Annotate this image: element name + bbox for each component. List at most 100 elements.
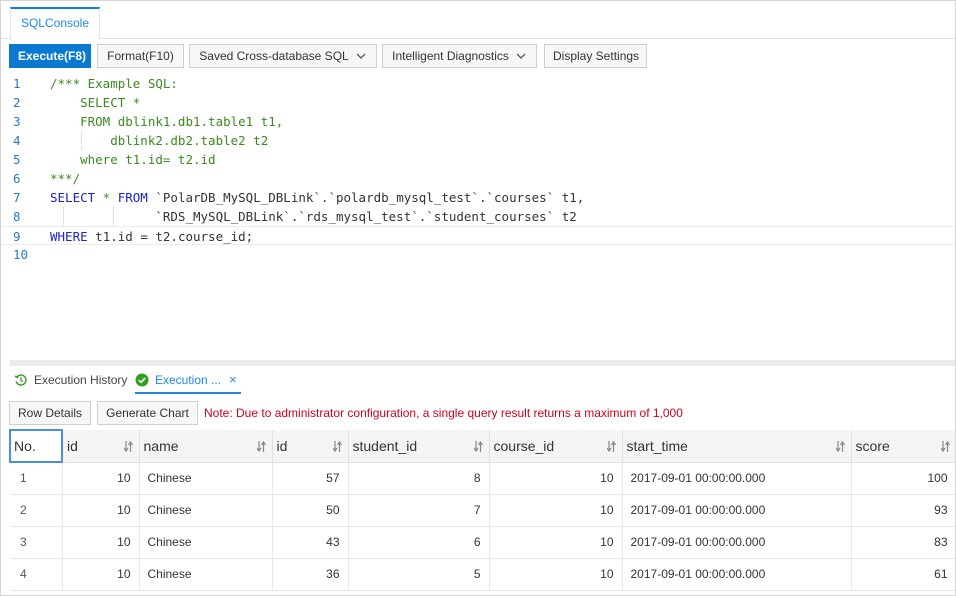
- column-header-course-id[interactable]: course_id: [489, 430, 623, 463]
- column-header-no-[interactable]: No.: [9, 429, 63, 463]
- table-cell[interactable]: 2: [10, 494, 63, 527]
- table-cell[interactable]: 3: [10, 526, 63, 559]
- chevron-down-icon: [516, 53, 526, 59]
- code-line[interactable]: 4 dblink2.db2.table2 t2: [1, 131, 955, 150]
- line-number: 10: [13, 247, 29, 262]
- table-cell[interactable]: Chinese: [139, 558, 273, 591]
- generate-chart-button[interactable]: Generate Chart: [97, 401, 198, 425]
- line-number: 5: [13, 152, 21, 167]
- code-line[interactable]: 10: [1, 245, 955, 264]
- sort-icon[interactable]: [123, 441, 133, 453]
- column-header-label: id: [276, 437, 288, 454]
- table-row[interactable]: 3 10 Chinese 43 6 10 2017-09-01 00:00:00.000 83: [10, 526, 955, 559]
- sort-icon[interactable]: [940, 441, 950, 453]
- column-header-name[interactable]: name: [139, 430, 273, 463]
- code-line[interactable]: 1 /*** Example SQL:: [1, 74, 955, 93]
- row-details-button[interactable]: Row Details: [9, 401, 91, 425]
- sql-comment: SELECT *: [50, 95, 141, 110]
- table-cell[interactable]: 6: [348, 526, 490, 559]
- sql-token: `RDS_MySQL_DBLink`.`rds_mysql_test`.`stu…: [50, 209, 577, 224]
- tab-bar: SQLConsole: [1, 1, 955, 40]
- line-number: 4: [13, 133, 21, 148]
- sql-keyword: WHERE: [50, 229, 88, 244]
- table-cell[interactable]: 61: [851, 558, 955, 591]
- table-cell[interactable]: 4: [10, 558, 63, 591]
- format-button[interactable]: Format(F10): [97, 44, 184, 68]
- intelligent-diagnostics-dropdown[interactable]: Intelligent Diagnostics: [382, 44, 537, 68]
- table-cell[interactable]: Chinese: [139, 526, 273, 559]
- tab-execution-history[interactable]: Execution History: [14, 368, 127, 394]
- display-settings-button[interactable]: Display Settings: [544, 44, 647, 68]
- column-header-id[interactable]: id: [62, 430, 140, 463]
- table-cell[interactable]: 57: [272, 462, 349, 495]
- table-cell[interactable]: 2017-09-01 00:00:00.000: [622, 462, 852, 495]
- sort-icon[interactable]: [332, 441, 342, 453]
- tab-execution-result[interactable]: Execution ... ×: [135, 368, 241, 394]
- table-cell[interactable]: 50: [272, 494, 349, 527]
- table-cell[interactable]: 8: [348, 462, 490, 495]
- table-header-row: No. id name id student_id course_id start_time…: [9, 429, 955, 463]
- table-cell[interactable]: 2017-09-01 00:00:00.000: [622, 494, 852, 527]
- sort-icon[interactable]: [473, 441, 483, 453]
- table-cell[interactable]: 43: [272, 526, 349, 559]
- table-cell[interactable]: 10: [489, 462, 623, 495]
- code-text: SELECT * FROM `PolarDB_MySQL_DBLink`.`po…: [50, 188, 584, 207]
- column-header-start-time[interactable]: start_time: [622, 430, 852, 463]
- code-line[interactable]: 6 ***/: [1, 169, 955, 188]
- line-number: 2: [13, 95, 21, 110]
- sql-editor[interactable]: 1/*** Example SQL: 2 SELECT * 3 FROM dblin…: [1, 74, 955, 360]
- table-cell[interactable]: 2017-09-01 00:00:00.000: [622, 558, 852, 591]
- column-header-id[interactable]: id: [272, 430, 349, 463]
- table-cell[interactable]: 100: [851, 462, 955, 495]
- sql-comment: where t1.id= t2.id: [50, 152, 216, 167]
- code-line[interactable]: 9 WHERE t1.id = t2.course_id;: [1, 226, 955, 245]
- code-line[interactable]: 2 SELECT *: [1, 93, 955, 112]
- column-header-score[interactable]: score: [851, 430, 955, 463]
- diagnostics-label: Intelligent Diagnostics: [392, 49, 509, 63]
- sort-icon[interactable]: [835, 441, 845, 453]
- code-line[interactable]: 3 FROM dblink1.db1.table1 t1,: [1, 112, 955, 131]
- code-text: ***/: [50, 169, 80, 188]
- close-icon[interactable]: ×: [229, 368, 237, 392]
- code-line[interactable]: 7 SELECT * FROM `PolarDB_MySQL_DBLink`.`p…: [1, 188, 955, 207]
- code-line[interactable]: 5 where t1.id= t2.id: [1, 150, 955, 169]
- tab-label: Execution ...: [155, 373, 222, 387]
- sql-comment: /*** Example SQL:: [50, 76, 178, 91]
- table-cell[interactable]: 7: [348, 494, 490, 527]
- table-row[interactable]: 1 10 Chinese 57 8 10 2017-09-01 00:00:00.000 10…: [10, 462, 955, 495]
- table-cell[interactable]: Chinese: [139, 462, 273, 495]
- table-cell[interactable]: 10: [62, 462, 140, 495]
- column-header-label: course_id: [493, 437, 555, 454]
- table-cell[interactable]: 10: [62, 526, 140, 559]
- table-cell[interactable]: 36: [272, 558, 349, 591]
- history-icon: [14, 374, 27, 386]
- execute-button[interactable]: Execute(F8): [9, 44, 91, 68]
- table-cell[interactable]: 10: [489, 558, 623, 591]
- sort-icon[interactable]: [256, 441, 266, 453]
- sql-comment: *: [95, 190, 118, 205]
- saved-cross-database-sql-dropdown[interactable]: Saved Cross-database SQL: [189, 44, 377, 68]
- table-cell[interactable]: 1: [10, 462, 63, 495]
- sort-icon[interactable]: [606, 441, 616, 453]
- table-cell[interactable]: 10: [489, 526, 623, 559]
- sql-keyword: SELECT: [50, 190, 96, 205]
- pane-splitter[interactable]: [9, 360, 955, 366]
- table-cell[interactable]: 10: [62, 494, 140, 527]
- table-row[interactable]: 4 10 Chinese 36 5 10 2017-09-01 00:00:00.000 61: [10, 558, 955, 591]
- table-row[interactable]: 2 10 Chinese 50 7 10 2017-09-01 00:00:00.000 93: [10, 494, 955, 527]
- column-header-label: id: [67, 437, 78, 454]
- sql-comment: FROM dblink1.db1.table1 t1,: [50, 114, 284, 129]
- table-cell[interactable]: 5: [348, 558, 490, 591]
- table-cell[interactable]: 93: [851, 494, 955, 527]
- column-header-student-id[interactable]: student_id: [348, 430, 490, 463]
- code-line[interactable]: 8 `RDS_MySQL_DBLink`.`rds_mysql_test`.`s…: [1, 207, 955, 226]
- tab-sqlconsole[interactable]: SQLConsole: [10, 7, 100, 40]
- table-cell[interactable]: 83: [851, 526, 955, 559]
- table-cell[interactable]: 10: [489, 494, 623, 527]
- line-number: 8: [13, 209, 21, 224]
- code-text: FROM dblink1.db1.table1 t1,: [50, 112, 283, 131]
- table-cell[interactable]: 2017-09-01 00:00:00.000: [622, 526, 852, 559]
- result-limit-note: Note: Due to administrator configuration…: [204, 406, 683, 420]
- table-cell[interactable]: Chinese: [139, 494, 273, 527]
- table-cell[interactable]: 10: [62, 558, 140, 591]
